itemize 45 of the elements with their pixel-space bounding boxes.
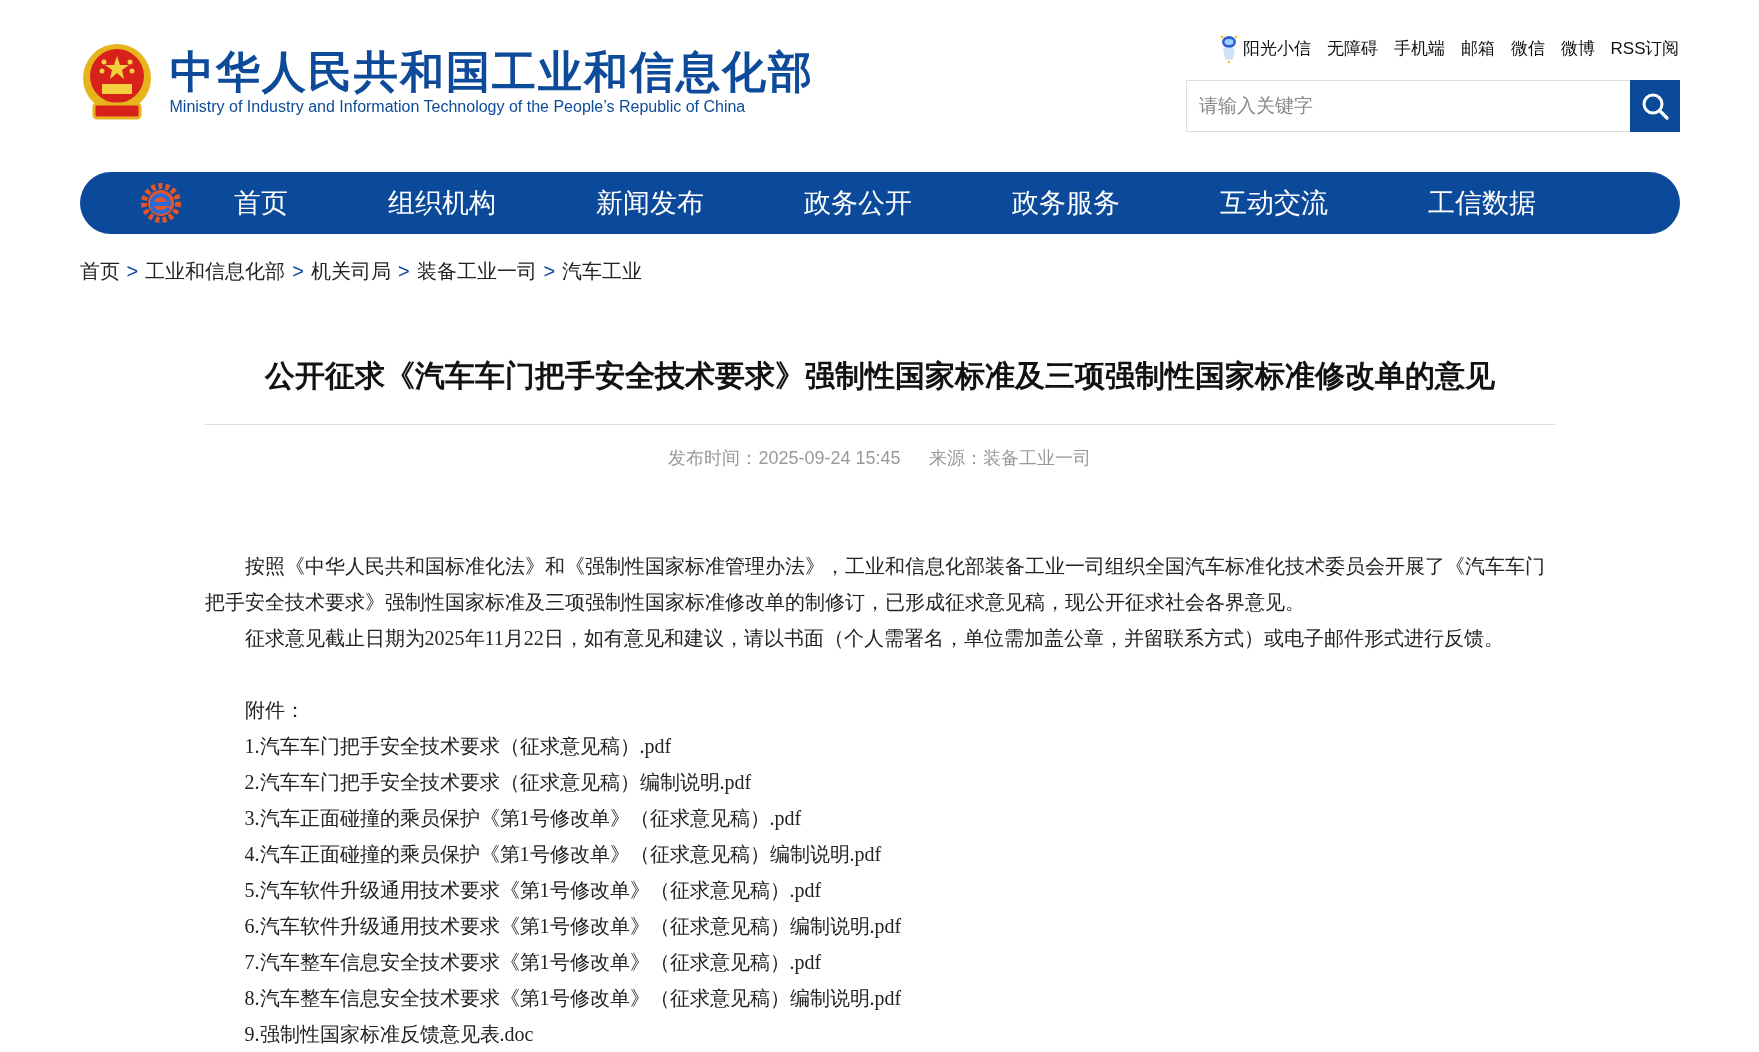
attachments-label: 附件：: [243, 698, 306, 723]
search-field[interactable]: 请输入关键字: [1185, 80, 1630, 132]
attachment-link[interactable]: 3.汽车正面碰撞的乘员保护《第1号修改单》（征求意见稿）.pdf: [244, 807, 802, 829]
article-meta: 来源：装备工业一司: [928, 447, 1091, 470]
attachment-link[interactable]: 6.汽车软件升级通用技术要求《第1号修改单》（征求意见稿）编制说明.pdf: [244, 915, 902, 937]
nav-link[interactable]: 首页: [233, 182, 288, 224]
breadcrumb-link[interactable]: 工业和信息化部: [145, 256, 286, 286]
nav-link[interactable]: 新闻发布: [595, 182, 704, 224]
attachment-link[interactable]: 4.汽车正面碰撞的乘员保护《第1号修改单》（征求意见稿）编制说明.pdf: [244, 843, 882, 865]
top-link[interactable]: 微信: [1510, 36, 1545, 62]
breadcrumb-separator: >: [543, 259, 556, 284]
breadcrumb-separator: >: [397, 259, 410, 284]
robot-mascot-icon: [1218, 34, 1239, 64]
paragraph: 按照《中华人民共和国标准化法》和《强制性国家标准管理办法》，工业和信息化部装备工业一司组织全国汽车标准化技术委员会开展了《汽车车门把手安全技术要求》强制性国家标准及三项强制性国家标准修改单的制修订，已形成征求意见稿，现公开征求社会各界意见。: [204, 554, 1546, 615]
top-link[interactable]: 微博: [1560, 36, 1595, 62]
top-link[interactable]: 无障碍: [1326, 36, 1378, 62]
breadcrumb-link[interactable]: 首页: [79, 256, 120, 286]
nav-link[interactable]: 政务公开: [803, 182, 912, 224]
article-meta: 发布时间：2025-09-24 15:45: [668, 447, 901, 470]
nav-link[interactable]: 工信数据: [1427, 182, 1536, 224]
nav-link[interactable]: 政务服务: [1011, 182, 1120, 224]
attachment-link[interactable]: 2.汽车车门把手安全技术要求（征求意见稿）编制说明.pdf: [244, 771, 752, 793]
attachment-link[interactable]: 5.汽车软件升级通用技术要求《第1号修改单》（征求意见稿）.pdf: [244, 879, 822, 901]
breadcrumb-separator: >: [126, 259, 139, 284]
breadcrumb-link[interactable]: 机关司局: [310, 256, 391, 286]
attachment-link[interactable]: 9.强制性国家标准反馈意见表.doc: [244, 1023, 534, 1045]
search-button[interactable]: [1629, 80, 1680, 132]
top-link[interactable]: RSS订阅: [1610, 36, 1680, 62]
top-link[interactable]: 邮箱: [1460, 36, 1495, 62]
nav-link[interactable]: 互动交流: [1219, 182, 1328, 224]
attachment-link[interactable]: 8.汽车整车信息安全技术要求《第1号修改单》（征求意见稿）编制说明.pdf: [244, 987, 902, 1009]
attachment-link[interactable]: 1.汽车车门把手安全技术要求（征求意见稿）.pdf: [244, 735, 672, 757]
site-title: 中华人民共和国工业和信息化部: [169, 48, 814, 97]
paragraph: 征求意见截止日期为2025年11月22日，如有意见和建议，请以书面（个人需署名，单位需加盖公章，并留联系方式）或电子邮件形式进行反馈。: [243, 626, 1505, 651]
article-title: 公开征求《汽车车门把手安全技术要求》强制性国家标准及三项强制性国家标准修改单的意见: [204, 358, 1555, 425]
site-subtitle: Ministry of Industry and Information Technology of the People’s Republic of China: [169, 96, 747, 116]
attachment-link[interactable]: 7.汽车整车信息安全技术要求《第1号修改单》（征求意见稿）.pdf: [244, 951, 822, 973]
nav-link[interactable]: 组织机构: [387, 182, 496, 224]
top-link[interactable]: 手机端: [1393, 36, 1445, 62]
breadcrumb-separator: >: [292, 259, 304, 284]
top-link[interactable]: 阳光小信: [1242, 36, 1311, 62]
gear-logo-icon: [140, 183, 181, 223]
search-icon: [1640, 92, 1669, 120]
breadcrumb-link[interactable]: 装备工业一司: [416, 256, 537, 286]
breadcrumb-link[interactable]: 汽车工业: [562, 256, 643, 286]
